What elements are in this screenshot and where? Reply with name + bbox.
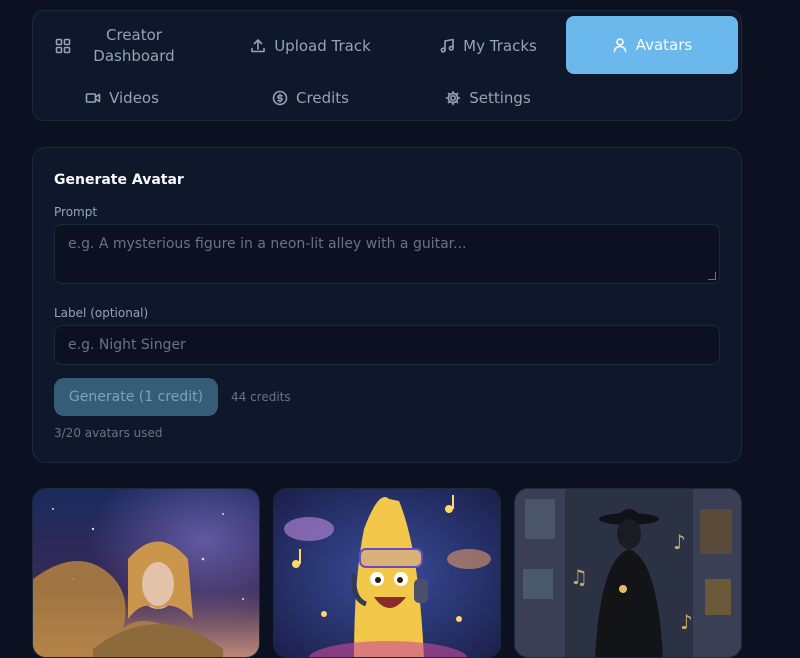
tab-settings[interactable]: Settings	[403, 81, 573, 115]
svg-text:♪: ♪	[680, 610, 693, 634]
tab-label: Videos	[109, 88, 159, 107]
avatar-image: ♪ ♫ ♪	[515, 489, 741, 657]
label-placeholder: e.g. Night Singer	[68, 337, 186, 353]
svg-text:♫: ♫	[570, 565, 588, 589]
label-input[interactable]: e.g. Night Singer	[54, 325, 720, 365]
dollar-coin-icon	[272, 90, 288, 106]
tab-upload-track[interactable]: Upload Track	[223, 21, 398, 71]
prompt-textarea[interactable]: e.g. A mysterious figure in a neon-lit a…	[54, 224, 720, 284]
gear-icon	[445, 90, 461, 106]
card-title: Generate Avatar	[54, 172, 184, 188]
avatars-usage: 3/20 avatars used	[54, 426, 163, 440]
grid-icon	[55, 38, 71, 54]
label-field-label: Label (optional)	[54, 306, 149, 320]
tab-creator-dashboard[interactable]: Creator Dashboard	[47, 21, 197, 71]
resize-handle[interactable]	[708, 272, 716, 280]
creator-nav: Creator Dashboard Upload Track My Tracks…	[32, 10, 742, 121]
user-icon	[613, 38, 627, 53]
prompt-label: Prompt	[54, 205, 98, 219]
music-note-icon	[440, 38, 454, 53]
tab-avatars[interactable]: Avatars	[566, 16, 738, 74]
tab-label: Avatars	[635, 35, 693, 54]
tab-videos[interactable]: Videos	[47, 81, 197, 115]
tab-label: Upload Track	[274, 36, 371, 55]
tab-label: Credits	[296, 88, 349, 107]
tab-label: My Tracks	[463, 36, 537, 55]
tab-label: Creator Dashboard	[93, 26, 175, 65]
avatar-card-night-figure[interactable]: ♪ ♫ ♪	[514, 488, 742, 658]
credits-balance: 44 credits	[231, 390, 291, 404]
generate-button[interactable]: Generate (1 credit)	[54, 378, 218, 416]
svg-text:♪: ♪	[673, 530, 686, 554]
avatar-card-banana-dj[interactable]	[273, 488, 501, 658]
generate-avatar-card: Generate Avatar Prompt e.g. A mysterious…	[32, 147, 742, 463]
upload-icon	[251, 39, 266, 53]
video-icon	[85, 93, 101, 103]
prompt-placeholder: e.g. A mysterious figure in a neon-lit a…	[68, 236, 467, 252]
tab-my-tracks[interactable]: My Tracks	[403, 21, 573, 71]
avatar-image	[274, 489, 500, 657]
avatar-card-cosmic-woman[interactable]	[32, 488, 260, 658]
tab-label: Settings	[469, 88, 531, 107]
tab-credits[interactable]: Credits	[223, 81, 398, 115]
avatar-image	[33, 489, 259, 657]
